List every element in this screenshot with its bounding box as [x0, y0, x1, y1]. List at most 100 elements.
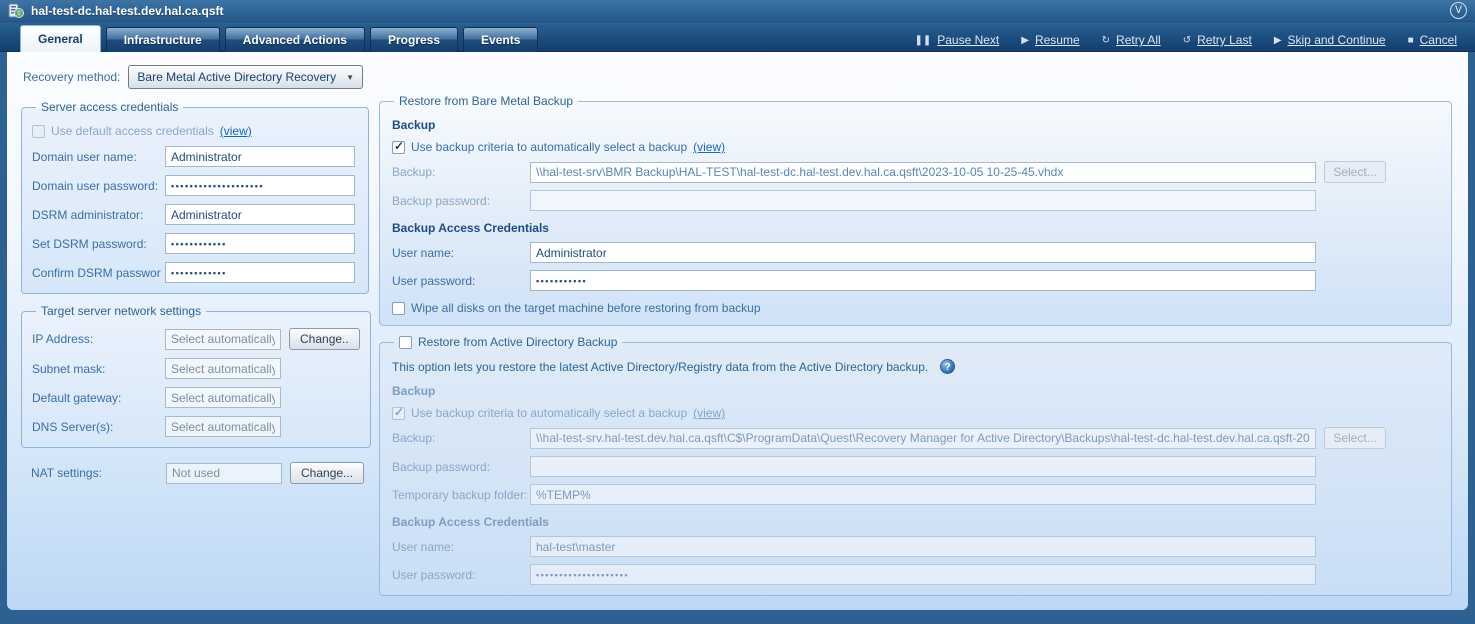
bmr-backup-label: Backup:	[392, 165, 530, 179]
ad-temp-folder-label: Temporary backup folder:	[392, 488, 530, 502]
bmr-user-name-row: User name:	[392, 242, 1386, 263]
domain-user-password-input[interactable]	[165, 175, 355, 196]
dns-servers-row: DNS Server(s):	[32, 416, 360, 437]
restore-ad-backup-title: Restore from Active Directory Backup	[418, 335, 617, 349]
domain-user-password-row: Domain user password:	[32, 175, 358, 196]
recovery-method-value: Bare Metal Active Directory Recovery	[137, 70, 336, 84]
default-gateway-row: Default gateway:	[32, 387, 360, 408]
bmr-user-name-label: User name:	[392, 246, 530, 260]
recovery-method-label: Recovery method:	[23, 70, 120, 84]
tab-infrastructure[interactable]: Infrastructure	[106, 27, 220, 52]
retry-all-button[interactable]: ↻ Retry All	[1102, 33, 1161, 47]
confirm-dsrm-password-input[interactable]	[165, 262, 355, 283]
change-ip-button[interactable]: Change..	[289, 328, 360, 350]
ad-temp-folder-row: Temporary backup folder:	[392, 484, 1386, 505]
domain-user-password-label: Domain user password:	[32, 179, 165, 193]
tab-advanced-actions[interactable]: Advanced Actions	[225, 27, 365, 52]
ad-criteria-row: Use backup criteria to automatically sel…	[392, 406, 1441, 420]
domain-controller-icon	[8, 3, 24, 19]
ad-backup-criteria-checkbox[interactable]	[392, 407, 405, 420]
ad-backup-password-row: Backup password:	[392, 456, 1386, 477]
bmr-backup-path-input[interactable]	[530, 162, 1316, 183]
retry-last-button[interactable]: ↺ Retry Last	[1183, 33, 1252, 47]
ad-user-password-input[interactable]	[530, 564, 1316, 585]
recovery-window: hal-test-dc.hal-test.dev.hal.ca.qsft ᐯ G…	[0, 0, 1475, 624]
use-default-credentials-row: Use default access credentials (view)	[32, 124, 358, 138]
change-nat-button[interactable]: Change...	[290, 462, 364, 484]
ad-view-criteria-link[interactable]: (view)	[693, 406, 725, 420]
chevron-down-icon: ▼	[346, 73, 354, 82]
bmr-view-criteria-link[interactable]: (view)	[693, 140, 725, 154]
retry-last-icon: ↺	[1183, 35, 1191, 46]
set-dsrm-password-input[interactable]	[165, 233, 355, 254]
dns-servers-input[interactable]	[165, 416, 281, 437]
recovery-method-select[interactable]: Bare Metal Active Directory Recovery ▼	[128, 65, 363, 89]
bmr-credentials-heading: Backup Access Credentials	[392, 221, 1441, 235]
bmr-user-name-input[interactable]	[530, 242, 1316, 263]
subnet-mask-label: Subnet mask:	[32, 362, 165, 376]
confirm-dsrm-password-label: Confirm DSRM passwor	[32, 266, 165, 280]
tab-progress[interactable]: Progress	[370, 27, 458, 52]
restore-ad-backup-checkbox[interactable]	[399, 336, 412, 349]
cancel-button[interactable]: ■ Cancel	[1408, 33, 1457, 47]
ad-select-backup-button[interactable]: Select...	[1324, 427, 1386, 449]
ad-backup-criteria-label: Use backup criteria to automatically sel…	[411, 406, 687, 420]
bmr-select-backup-button[interactable]: Select...	[1324, 161, 1386, 183]
bmr-user-password-input[interactable]	[530, 270, 1316, 291]
tabs: General Infrastructure Advanced Actions …	[20, 25, 538, 52]
bmr-backup-heading: Backup	[392, 118, 1441, 132]
collapse-chevron-icon[interactable]: ᐯ	[1450, 2, 1467, 19]
bmr-backup-row: Backup: Select...	[392, 161, 1386, 183]
default-gateway-label: Default gateway:	[32, 391, 165, 405]
left-column: Server access credentials Use default ac…	[21, 100, 369, 484]
help-icon[interactable]: ?	[940, 359, 955, 374]
use-default-credentials-checkbox[interactable]	[32, 125, 45, 138]
bmr-user-password-row: User password:	[392, 270, 1386, 291]
subnet-mask-input[interactable]	[165, 358, 281, 379]
resume-button[interactable]: ▶ Resume	[1021, 33, 1079, 47]
tab-events[interactable]: Events	[463, 27, 538, 52]
target-network-settings-title: Target server network settings	[36, 304, 206, 318]
restore-ad-backup-legend: Restore from Active Directory Backup	[394, 335, 622, 349]
ad-backup-label: Backup:	[392, 431, 530, 445]
dns-servers-label: DNS Server(s):	[32, 420, 165, 434]
confirm-dsrm-password-row: Confirm DSRM passwor	[32, 262, 358, 283]
ad-user-name-input[interactable]	[530, 536, 1316, 557]
bmr-backup-password-row: Backup password:	[392, 190, 1386, 211]
view-default-credentials-link[interactable]: (view)	[220, 124, 252, 138]
bmr-criteria-row: Use backup criteria to automatically sel…	[392, 140, 1441, 154]
bmr-backup-password-label: Backup password:	[392, 194, 530, 208]
ip-address-input[interactable]	[165, 329, 281, 350]
ad-description-text: This option lets you restore the latest …	[392, 360, 928, 374]
bmr-backup-criteria-checkbox[interactable]	[392, 141, 405, 154]
retry-all-icon: ↻	[1102, 35, 1110, 46]
nat-settings-row: NAT settings: Change...	[21, 462, 369, 484]
restore-bare-metal-title: Restore from Bare Metal Backup	[394, 94, 578, 108]
domain-user-name-row: Domain user name:	[32, 146, 358, 167]
window-title: hal-test-dc.hal-test.dev.hal.ca.qsft	[31, 4, 224, 18]
server-access-credentials-group: Server access credentials Use default ac…	[21, 100, 369, 294]
dsrm-administrator-input[interactable]	[165, 204, 355, 225]
tab-general[interactable]: General	[20, 25, 101, 52]
pause-next-button[interactable]: ❚❚ Pause Next	[914, 33, 999, 47]
restore-ad-backup-group: Restore from Active Directory Backup Thi…	[379, 335, 1452, 596]
bmr-backup-password-input[interactable]	[530, 190, 1316, 211]
set-dsrm-password-label: Set DSRM password:	[32, 237, 165, 251]
nat-settings-input[interactable]	[166, 463, 282, 484]
ad-backup-path-input[interactable]	[530, 428, 1316, 449]
tab-strip: General Infrastructure Advanced Actions …	[0, 22, 1475, 52]
ad-backup-password-label: Backup password:	[392, 460, 530, 474]
right-column: Restore from Bare Metal Backup Backup Us…	[379, 94, 1452, 596]
wipe-disks-checkbox[interactable]	[392, 302, 405, 315]
domain-user-name-label: Domain user name:	[32, 150, 165, 164]
wipe-disks-label: Wipe all disks on the target machine bef…	[411, 301, 761, 315]
domain-user-name-input[interactable]	[165, 146, 355, 167]
default-gateway-input[interactable]	[165, 387, 281, 408]
ad-temp-folder-input[interactable]	[530, 484, 1316, 505]
ad-backup-password-input[interactable]	[530, 456, 1316, 477]
subnet-mask-row: Subnet mask:	[32, 358, 360, 379]
ad-user-password-row: User password:	[392, 564, 1386, 585]
skip-and-continue-button[interactable]: ▶ Skip and Continue	[1274, 33, 1386, 47]
restore-bare-metal-group: Restore from Bare Metal Backup Backup Us…	[379, 94, 1452, 326]
pause-icon: ❚❚	[914, 35, 931, 46]
